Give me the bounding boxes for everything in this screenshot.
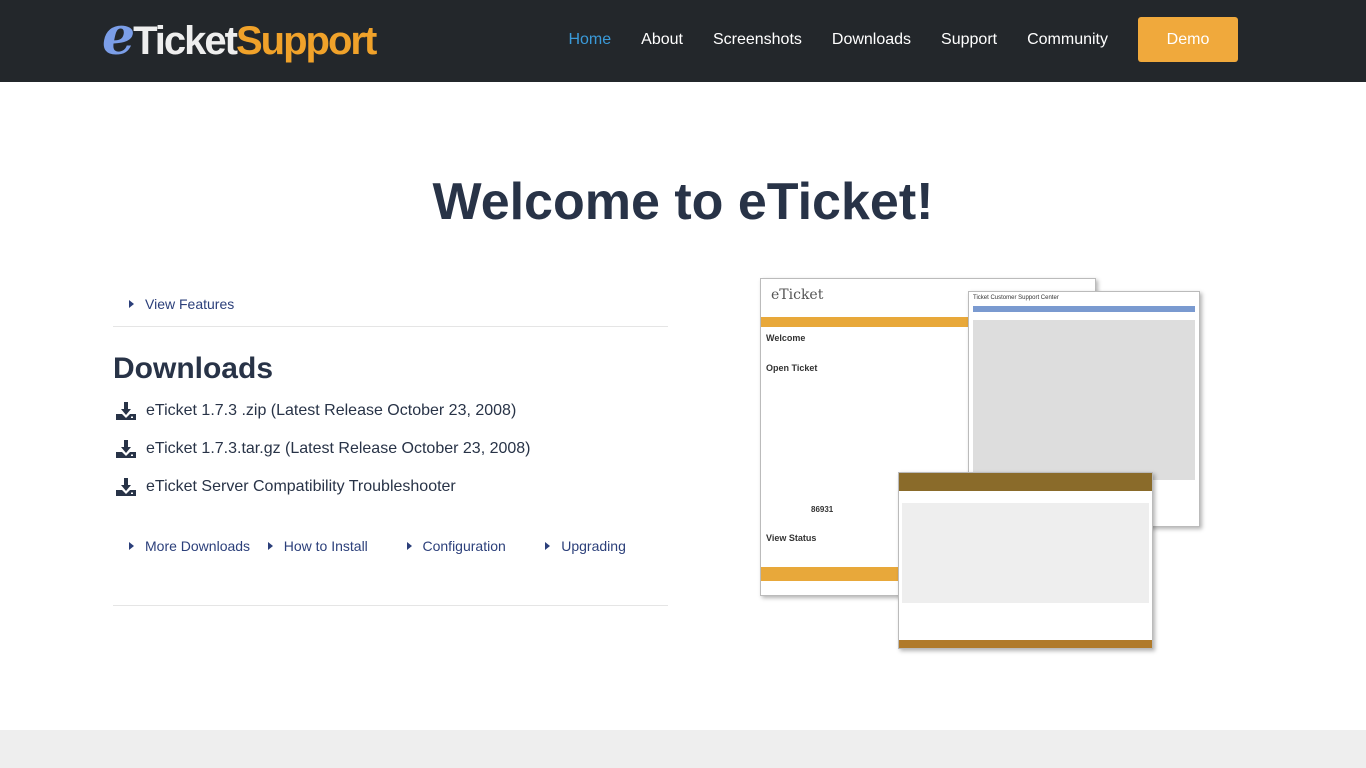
download-icon xyxy=(116,478,136,496)
caret-right-icon xyxy=(129,542,134,550)
nav-screenshots[interactable]: Screenshots xyxy=(713,31,802,49)
download-icon xyxy=(116,440,136,458)
upgrading-link[interactable]: Upgrading xyxy=(529,538,668,554)
logo[interactable]: eTicketSupport xyxy=(102,6,377,67)
screenshot-image: eTicket Welcome Open Ticket 86931 View S… xyxy=(760,278,1210,658)
how-to-install-link[interactable]: How to Install xyxy=(252,538,391,554)
caret-right-icon xyxy=(129,300,134,308)
download-item[interactable]: eTicket 1.7.3 .zip (Latest Release Octob… xyxy=(113,392,668,430)
download-item[interactable]: eTicket Server Compatibility Troubleshoo… xyxy=(113,468,668,506)
caret-right-icon xyxy=(406,542,412,550)
nav-support[interactable]: Support xyxy=(941,31,997,49)
nav-home[interactable]: Home xyxy=(568,31,611,49)
nav-downloads[interactable]: Downloads xyxy=(832,31,911,49)
footer xyxy=(0,730,1366,768)
caret-right-icon xyxy=(545,542,551,550)
view-features-link[interactable]: View Features xyxy=(113,296,234,312)
navbar: eTicketSupport Home About Screenshots Do… xyxy=(0,0,1366,82)
page-title: Welcome to eTicket! xyxy=(432,173,934,231)
nav-community[interactable]: Community xyxy=(1027,31,1108,49)
downloads-heading: Downloads xyxy=(113,352,274,385)
configuration-link[interactable]: Configuration xyxy=(391,538,530,554)
caret-right-icon xyxy=(267,542,273,550)
more-downloads-link[interactable]: More Downloads xyxy=(113,538,252,554)
download-icon xyxy=(116,402,136,420)
nav-about[interactable]: About xyxy=(641,31,683,49)
demo-button[interactable]: Demo xyxy=(1138,17,1238,62)
download-item[interactable]: eTicket 1.7.3.tar.gz (Latest Release Oct… xyxy=(113,430,668,468)
